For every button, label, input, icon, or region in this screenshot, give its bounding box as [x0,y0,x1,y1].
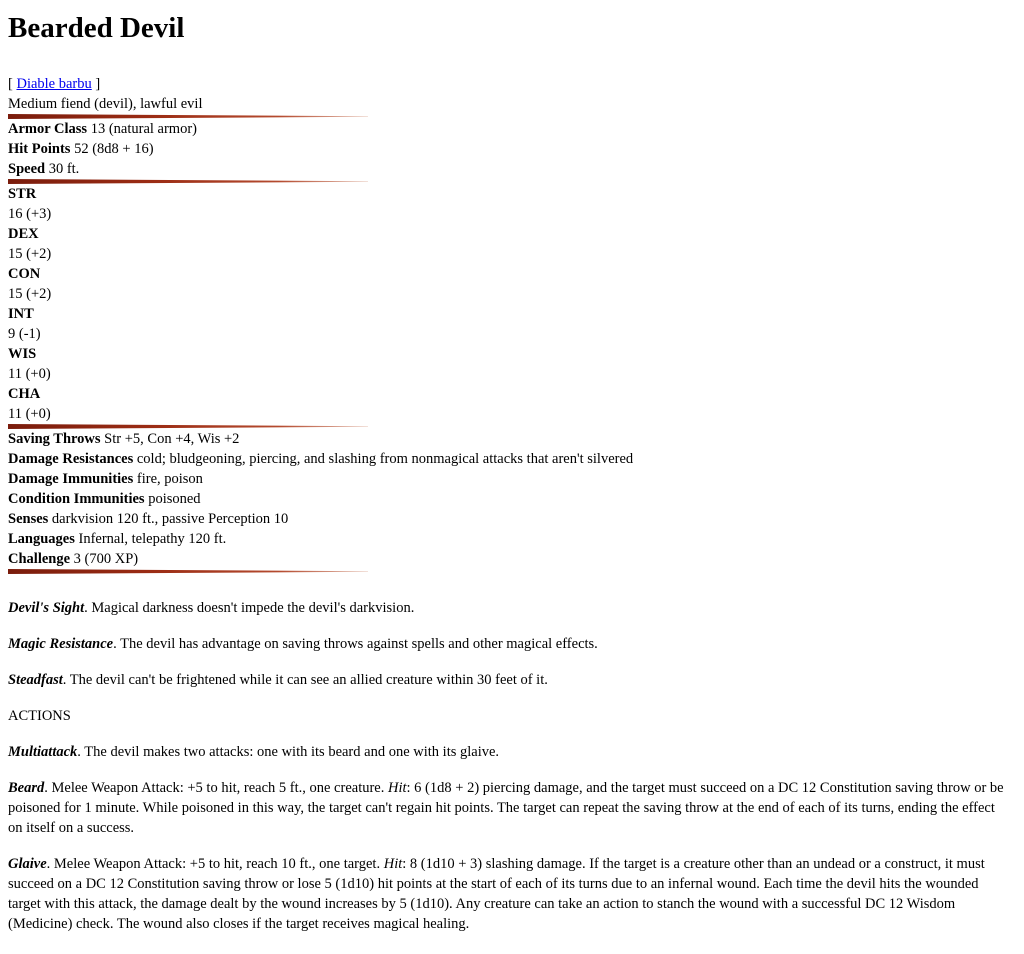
action-text: . The devil makes two attacks: one with … [77,744,500,760]
trait-text: . The devil can't be frightened while it… [62,672,548,688]
damage-resistances-line: Damage Resistances cold; bludgeoning, pi… [8,449,1016,469]
trait-devils-sight: Devil's Sight. Magical darkness doesn't … [8,598,1012,618]
translation-link[interactable]: Diable barbu [16,76,91,92]
senses-value: darkvision 120 ft., passive Perception 1… [48,511,289,527]
damage-resistances-value: cold; bludgeoning, piercing, and slashin… [133,451,634,467]
ability-name-str: STR [8,186,37,202]
ability-name-dex: DEX [8,226,39,242]
page-title: Bearded Devil [8,12,185,44]
trait-magic-resistance: Magic Resistance. The devil has advantag… [8,634,1012,654]
condition-immunities-value: poisoned [144,491,201,507]
ability-score-wis: 11 (+0) [8,366,51,382]
languages-value: Infernal, telepathy 120 ft. [74,531,227,547]
senses-line: Senses darkvision 120 ft., passive Perce… [8,509,1016,529]
bracket-close: ] [91,76,101,92]
section-divider [8,569,368,574]
actions-heading: ACTIONS [8,708,71,724]
condition-immunities-line: Condition Immunities poisoned [8,489,1016,509]
action-name: Beard [8,780,45,796]
action-multiattack: Multiattack. The devil makes two attacks… [8,742,1012,762]
abilities-section: STR 16 (+3) DEX 15 (+2) CON 15 (+2) INT … [8,184,1016,424]
saving-throws-value: Str +5, Con +4, Wis +2 [100,431,240,447]
languages-label: Languages [8,531,75,547]
languages-line: Languages Infernal, telepathy 120 ft. [8,529,1016,549]
action-attack-text: . Melee Weapon Attack: +5 to hit, reach … [44,780,388,796]
damage-immunities-value: fire, poison [133,471,203,487]
trait-text: . Magical darkness doesn't impede the de… [84,600,415,616]
hit-points-label: Hit Points [8,141,71,157]
saving-throws-label: Saving Throws [8,431,101,447]
ability-score-dex: 15 (+2) [8,246,52,262]
armor-class-value: 13 (natural armor) [87,121,197,137]
trait-text: . The devil has advantage on saving thro… [113,636,598,652]
ability-name-wis: WIS [8,346,37,362]
senses-label: Senses [8,511,49,527]
damage-immunities-label: Damage Immunities [8,471,134,487]
hit-label: Hit [388,780,407,796]
action-glaive: Glaive. Melee Weapon Attack: +5 to hit, … [8,854,1012,934]
ability-name-con: CON [8,266,41,282]
action-beard: Beard. Melee Weapon Attack: +5 to hit, r… [8,778,1012,838]
armor-class-line: Armor Class 13 (natural armor) [8,119,1016,139]
creature-type-line: Medium fiend (devil), lawful evil [8,96,203,112]
action-name: Glaive [8,856,47,872]
condition-immunities-label: Condition Immunities [8,491,145,507]
speed-value: 30 ft. [45,161,80,177]
translation-line: [ Diable barbu ] [8,74,1016,94]
ability-score-str: 16 (+3) [8,206,52,222]
armor-class-label: Armor Class [8,121,88,137]
trait-name: Devil's Sight [8,600,85,616]
damage-resistances-label: Damage Resistances [8,451,134,467]
ability-score-int: 9 (-1) [8,326,41,342]
ability-score-cha: 11 (+0) [8,406,51,422]
speed-line: Speed 30 ft. [8,159,1016,179]
trait-name: Magic Resistance [8,636,114,652]
trait-name: Steadfast [8,672,63,688]
hit-points-line: Hit Points 52 (8d8 + 16) [8,139,1016,159]
hit-label: Hit [383,856,403,872]
properties-section: Saving Throws Str +5, Con +4, Wis +2 Dam… [8,429,1016,569]
hit-points-value: 52 (8d8 + 16) [70,141,154,157]
action-attack-text: . Melee Weapon Attack: +5 to hit, reach … [46,856,384,872]
action-name: Multiattack [8,744,78,760]
ability-name-int: INT [8,306,34,322]
ability-name-cha: CHA [8,386,41,402]
damage-immunities-line: Damage Immunities fire, poison [8,469,1016,489]
stat-block: Bearded Devil [ Diable barbu ] Medium fi… [0,0,1024,934]
basic-stats-section: Armor Class 13 (natural armor) Hit Point… [8,119,1016,179]
ability-score-con: 15 (+2) [8,286,52,302]
challenge-label: Challenge [8,551,71,567]
saving-throws-line: Saving Throws Str +5, Con +4, Wis +2 [8,429,1016,449]
speed-label: Speed [8,161,46,177]
challenge-line: Challenge 3 (700 XP) [8,549,1016,569]
challenge-value: 3 (700 XP) [70,551,139,567]
trait-steadfast: Steadfast. The devil can't be frightened… [8,670,1012,690]
